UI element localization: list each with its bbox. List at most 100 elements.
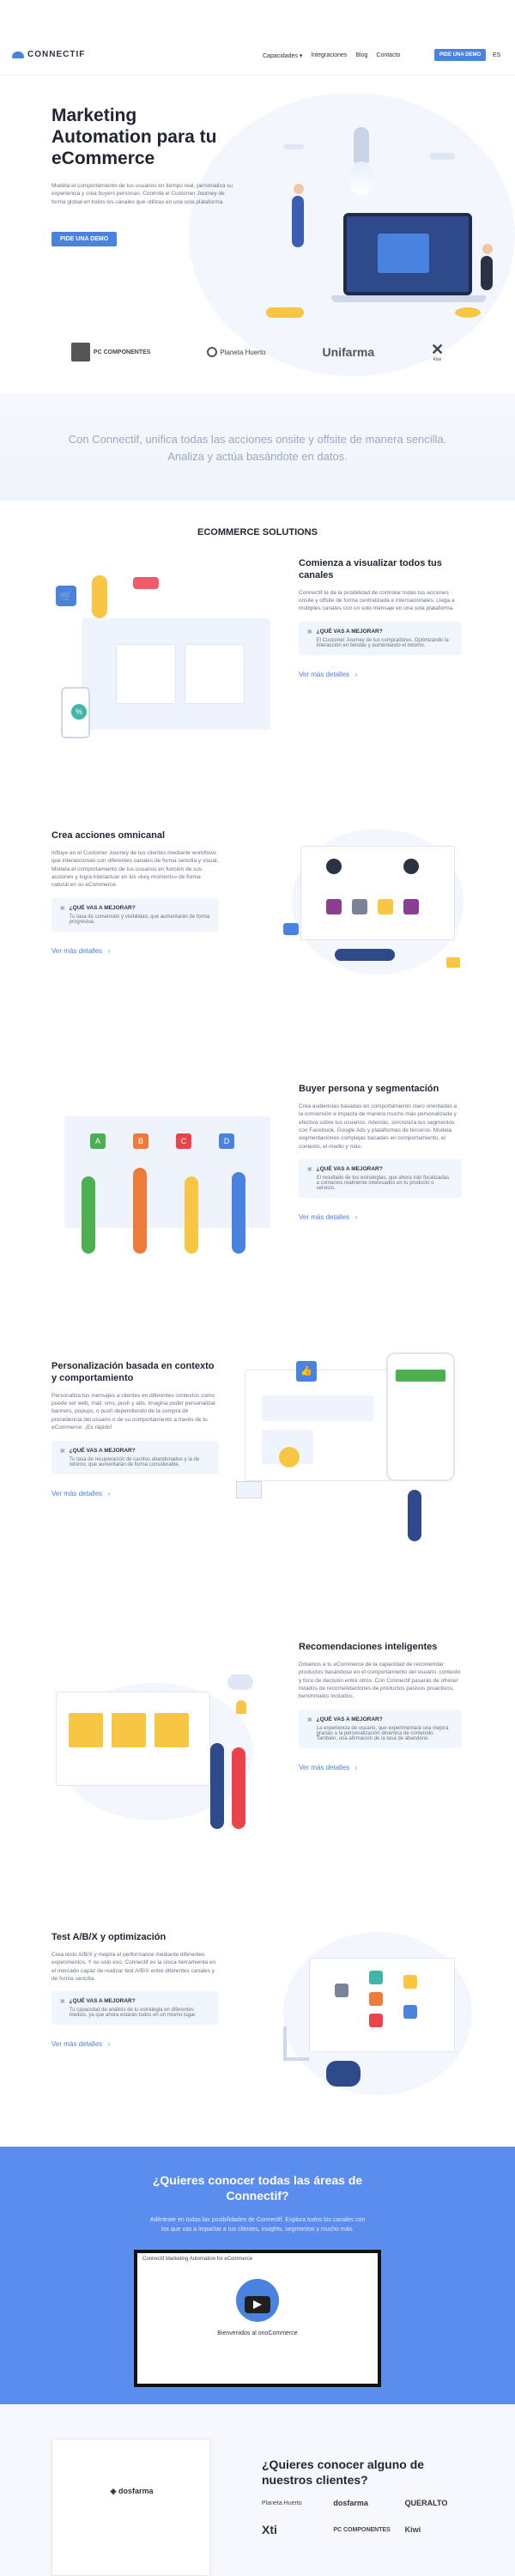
workflow-node <box>335 1984 348 1997</box>
recommendations-illustration <box>47 1649 279 1846</box>
workflow-node <box>403 2005 417 2019</box>
customer-card-logo: ◈ dosfarma <box>110 2487 154 2495</box>
hero-illustration <box>258 127 506 359</box>
discount-icon: % <box>71 704 87 720</box>
segmentation-illustration: A B C D <box>47 1091 279 1271</box>
chevron-right-icon: › <box>353 1213 358 1222</box>
nav-item-integraciones[interactable]: Integraciones <box>311 52 347 59</box>
section-text: Dotamos a tu eCommerce de la capacidad d… <box>299 1661 461 1700</box>
nav-demo-button[interactable]: PIDE UNA DEMO <box>434 49 487 61</box>
solution-section-omnichannel: Crea acciones omnicanal Influye en el Cu… <box>0 820 515 1026</box>
rocket-icon <box>354 127 369 163</box>
bar-chart-icon <box>283 2026 309 2061</box>
workflow-node <box>403 859 419 874</box>
improve-card: ▣ ¿QUÉ VAS A MEJORAR? Tu tasa de convers… <box>52 897 219 932</box>
improve-card: ▣ ¿QUÉ VAS A MEJORAR? El resultado de tu… <box>299 1159 462 1199</box>
chevron-right-icon: › <box>353 1763 358 1771</box>
section-title: Buyer persona y segmentación <box>299 1084 439 1094</box>
brand-logo[interactable]: CONNECTIF <box>12 50 85 59</box>
customer-logo-dosfarma[interactable]: dosfarma <box>333 2499 404 2507</box>
cloud-icon <box>227 1674 253 1690</box>
workflow-node <box>403 899 419 914</box>
lightbulb-icon <box>236 1700 246 1714</box>
customer-logo-queralto[interactable]: QUERALTO <box>405 2499 476 2507</box>
customers-title: ¿Quieres conocer alguno de nuestros clie… <box>262 2458 425 2487</box>
mail-icon <box>236 1481 262 1498</box>
segment-a-icon: A <box>90 1133 106 1149</box>
chevron-right-icon: › <box>353 670 358 678</box>
workflow-node <box>369 1971 383 1984</box>
areas-title: ¿Quieres conocer todas las áreas de Conn… <box>152 2173 363 2203</box>
client-logo-pccomponentes: PC COMPONENTES <box>70 343 150 361</box>
improve-card: ▣ ¿QUÉ VAS A MEJORAR? Tu capacidad de an… <box>52 1991 219 2026</box>
solution-section-recommendations: Recomendaciones inteligentes Dotamos a t… <box>0 1631 515 1863</box>
x-shape-icon: ✕ <box>430 341 445 358</box>
person-figure <box>92 575 107 618</box>
customer-card[interactable]: ◈ dosfarma <box>52 2439 210 2576</box>
chevron-right-icon: › <box>106 2040 111 2049</box>
like-icon: 👍 <box>296 1361 317 1382</box>
play-icon <box>253 2300 262 2309</box>
person-figure <box>82 1176 95 1254</box>
details-link[interactable]: Ver más detalles <box>52 1490 102 1498</box>
person-figure <box>292 196 304 247</box>
person-figure <box>326 2061 360 2087</box>
info-icon: ▣ <box>307 1167 312 1173</box>
person-figure <box>210 1743 224 1829</box>
person-figure <box>133 1168 147 1254</box>
leaf-icon: ◈ <box>110 2487 117 2495</box>
improve-card: ▣ ¿QUÉ VAS A MEJORAR? Tu tasa de recuper… <box>52 1440 219 1474</box>
customer-logo-planetahuerto[interactable]: Planeta Huerto <box>262 2500 333 2506</box>
areas-text: Adéntrate en todas las posibilidades de … <box>149 2217 366 2233</box>
mail-icon <box>446 957 460 968</box>
nav-item-capacidades[interactable]: Capacidades ▾ <box>263 52 302 59</box>
details-link[interactable]: Ver más detalles <box>299 1764 349 1771</box>
chevron-right-icon: › <box>106 946 111 955</box>
brand-name: CONNECTIF <box>27 50 86 59</box>
person-figure <box>266 307 304 318</box>
section-title: Recomendaciones inteligentes <box>299 1642 438 1652</box>
workflow-node <box>369 2014 383 2027</box>
workflow-illustration <box>275 820 481 992</box>
details-link[interactable]: Ver más detalles <box>299 671 349 678</box>
workflow-node <box>326 899 342 914</box>
customer-logo-kiwi[interactable]: Kiwi <box>405 2525 476 2534</box>
section-title: Personalización basada en contexto y com… <box>52 1361 215 1383</box>
solutions-title: ECOMMERCE SOLUTIONS <box>197 527 318 538</box>
personalization-illustration: 👍 <box>227 1352 485 1550</box>
coin-stack <box>455 307 481 318</box>
nav-item-contacto[interactable]: Contacto <box>376 52 400 59</box>
nav-menu: Capacidades ▾ Integraciones Blog Contact… <box>263 52 400 59</box>
hero-demo-button[interactable]: PIDE UNA DEMO <box>52 232 118 246</box>
video-player[interactable]: Connectif Marketing Automation for eComm… <box>134 2250 381 2387</box>
workflow-node <box>403 1975 417 1989</box>
customer-logo-xti[interactable]: Xti <box>262 2523 333 2537</box>
section-title: Crea acciones omnicanal <box>52 830 166 841</box>
nav-item-blog[interactable]: Blog <box>355 52 367 59</box>
product-card <box>154 1713 189 1747</box>
client-logo-unifarma: Unifarma <box>322 345 375 359</box>
info-icon: ▣ <box>307 1716 312 1722</box>
circle-icon <box>207 347 218 357</box>
areas-band: ¿Quieres conocer todas las áreas de Conn… <box>0 2147 515 2404</box>
workflow-node <box>352 899 367 914</box>
product-card <box>116 644 176 704</box>
chevron-down-icon: ▾ <box>299 53 303 59</box>
intro-text: Con Connectif, unifica todas las accione… <box>68 433 447 464</box>
details-link[interactable]: Ver más detalles <box>52 947 102 955</box>
heart-badge-icon <box>133 577 159 589</box>
section-title: Test A/B/X y optimización <box>52 1932 167 1942</box>
customer-logo-pccomponentes[interactable]: PC COMPONENTES <box>333 2527 404 2533</box>
section-text: Crea audiencias basadas en comportamient… <box>299 1103 457 1150</box>
language-selector[interactable]: ES <box>493 52 500 58</box>
cloud-icon <box>12 51 24 58</box>
solution-section-channels: 🛒 % Comienza a visualizar todos tus cana… <box>0 550 515 756</box>
segment-b-icon: B <box>133 1133 148 1149</box>
section-text: Connectif te da la posibilidad de contro… <box>299 589 455 612</box>
details-link[interactable]: Ver más detalles <box>52 2040 102 2048</box>
hero-title: Marketing Automation para tu eCommerce <box>52 106 217 169</box>
solution-section-abtest: Test A/B/X y optimización Crea tests A/B… <box>0 1923 515 2129</box>
video-title: Connectif Marketing Automation for eComm… <box>142 2257 253 2262</box>
video-caption: Bienvenidos al onoCommerce <box>217 2330 298 2336</box>
details-link[interactable]: Ver más detalles <box>299 1213 349 1221</box>
